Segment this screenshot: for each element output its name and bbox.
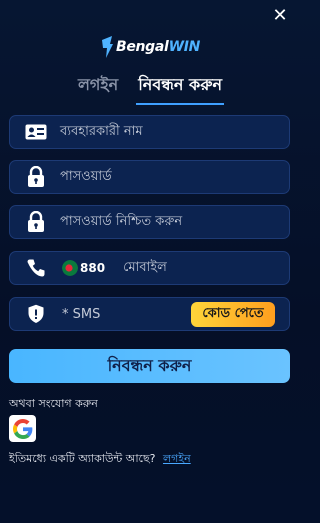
brand-logo: BengalWIN	[0, 36, 300, 58]
login-prompt-row: ইতিমধ্যে একটি অ্যাকাউন্ট আছে? লগইন	[9, 450, 191, 469]
username-field[interactable]: ব্যবহারকারী নাম	[9, 115, 290, 149]
confirm-password-placeholder: পাসওয়ার্ড নিশ্চিত করুন	[60, 213, 183, 229]
lock-icon	[24, 166, 48, 188]
password-field[interactable]: পাসওয়ার্ড	[9, 160, 290, 194]
login-link[interactable]: লগইন	[163, 452, 191, 465]
username-placeholder: ব্যবহারকারী নাম	[60, 123, 143, 139]
google-icon	[12, 418, 32, 439]
logo-mark-icon	[101, 36, 113, 58]
or-connect-label: অথবা সংযোগ করুন	[9, 397, 98, 410]
sms-placeholder: * SMS	[62, 306, 101, 322]
mobile-placeholder: মোবাইল	[123, 259, 167, 275]
mobile-field[interactable]: 880 মোবাইল	[9, 251, 290, 285]
login-prompt-text: ইতিমধ্যে একটি অ্যাকাউন্ট আছে?	[9, 452, 156, 465]
close-icon: ✕	[272, 5, 288, 26]
confirm-password-field[interactable]: পাসওয়ার্ড নিশ্চিত করুন	[9, 205, 290, 239]
password-placeholder: পাসওয়ার্ড	[60, 168, 112, 184]
brand-part1: Bengal	[115, 39, 169, 55]
phone-icon	[24, 257, 48, 279]
bangladesh-flag-icon[interactable]	[62, 260, 78, 276]
close-button[interactable]: ✕	[270, 6, 290, 26]
get-code-button[interactable]: কোড পেতে	[191, 302, 275, 327]
sms-code-field[interactable]: * SMS কোড পেতে	[9, 297, 290, 331]
auth-tabs: লগইন নিবন্ধন করুন	[0, 72, 300, 105]
google-login-button[interactable]	[9, 415, 36, 442]
register-submit-button[interactable]: নিবন্ধন করুন	[9, 349, 290, 383]
tab-login[interactable]: লগইন	[76, 72, 120, 105]
brand-part2: WIN	[168, 39, 201, 55]
tab-register[interactable]: নিবন্ধন করুন	[136, 72, 225, 105]
country-code[interactable]: 880	[80, 261, 105, 275]
lock-icon	[24, 211, 48, 233]
id-card-icon	[24, 121, 48, 143]
shield-icon	[24, 303, 48, 325]
